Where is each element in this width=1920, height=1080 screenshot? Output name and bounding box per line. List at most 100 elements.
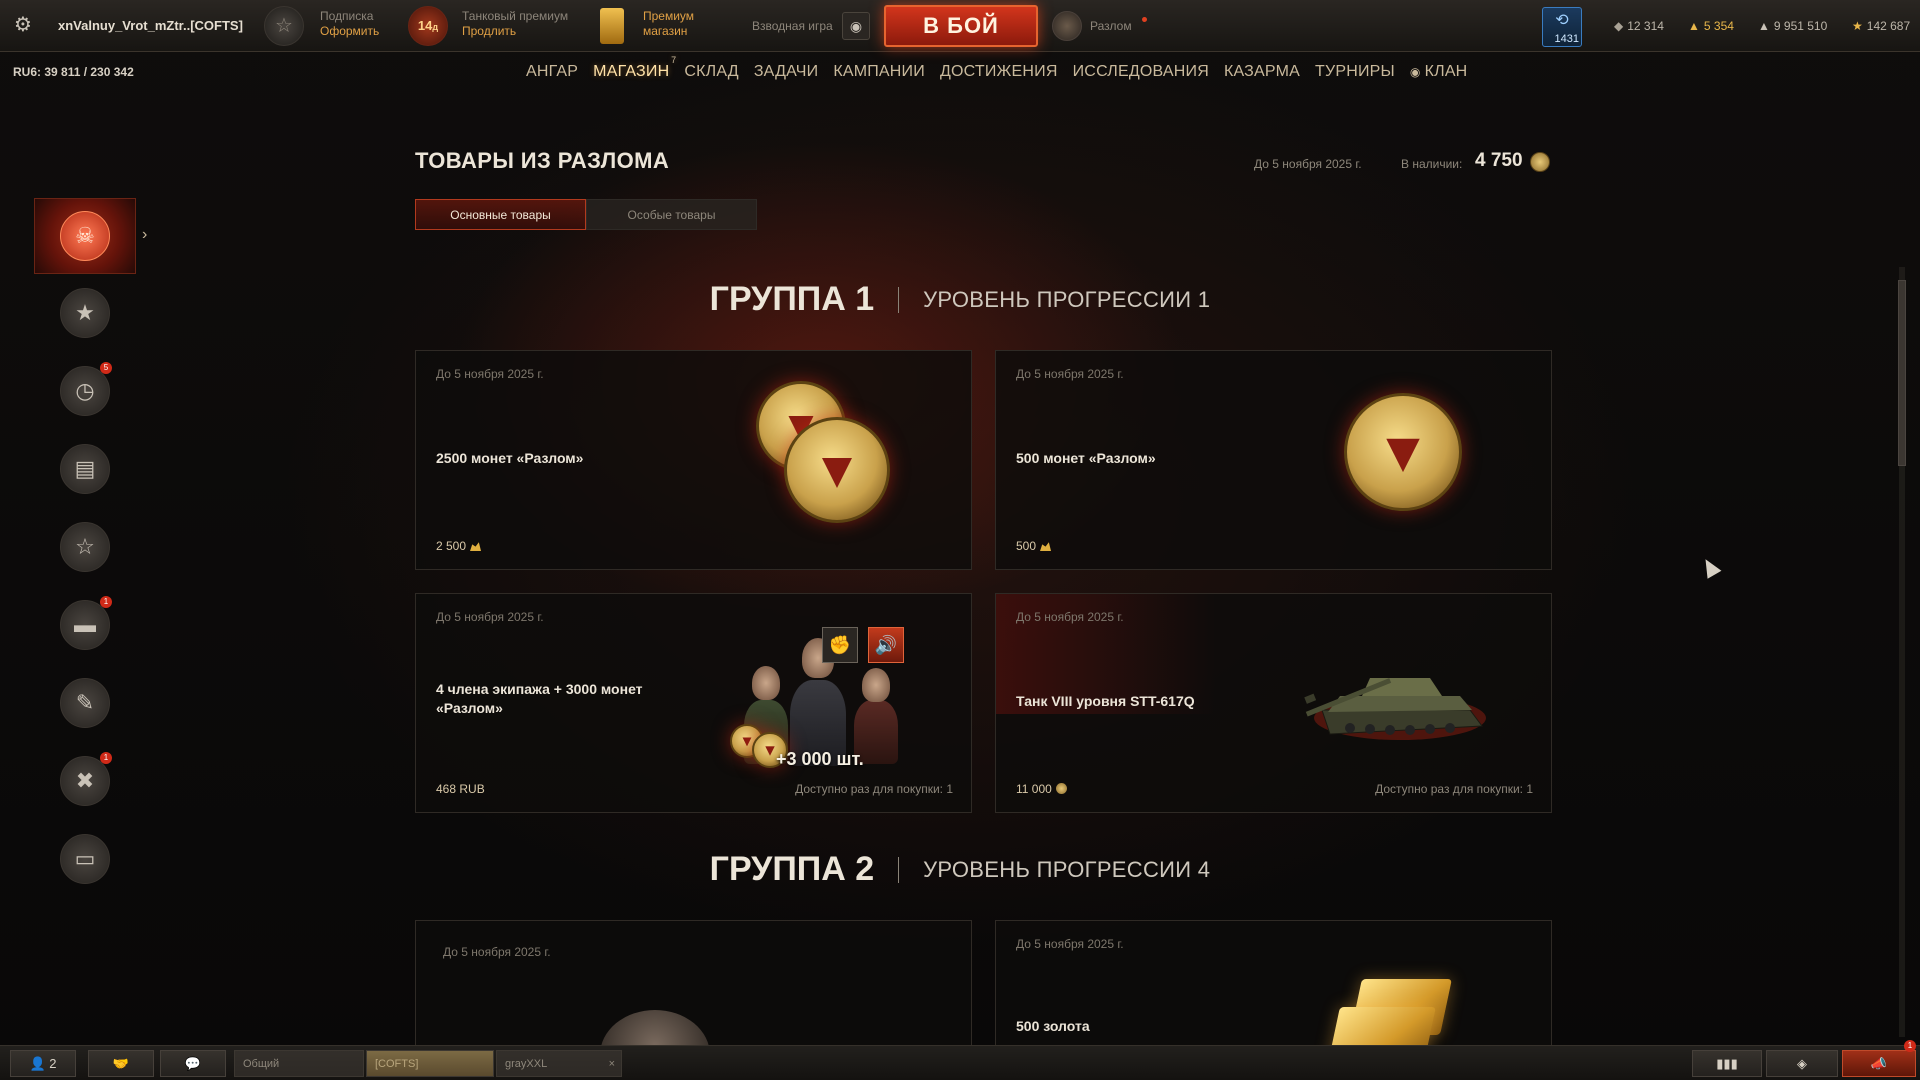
tank-premium-link[interactable]: Танковый премиум Продлить (462, 9, 568, 39)
rift-coin-image (784, 417, 890, 523)
tab-main-goods[interactable]: Основные товары (415, 199, 586, 230)
bottom-bar: 👤 2 🤝 💬 Общий [COFTS] grayXXL × ▮▮▮ ◈ 📣 (0, 1045, 1920, 1080)
nav-hangar[interactable]: АНГАР (526, 63, 578, 81)
tab-special-goods[interactable]: Особые товары (586, 199, 757, 230)
currency-gold[interactable]: ▲ 5 354 (1688, 19, 1734, 33)
group-level: УРОВЕНЬ ПРОГРЕССИИ 4 (923, 856, 1211, 882)
megaphone-icon: 📣 (1870, 1056, 1888, 1071)
card-price-value: 2 500 (436, 539, 467, 553)
tank-premium-label: Танковый премиум (462, 9, 569, 23)
players-online-button[interactable]: 👤 2 (10, 1050, 76, 1077)
card-price: 2 500 (436, 539, 482, 553)
card-date: До 5 ноября 2025 г. (436, 610, 544, 624)
subscription-star-icon[interactable]: ☆ (264, 6, 304, 46)
tank-premium-icon[interactable]: 14д (408, 6, 448, 46)
group-divider (898, 286, 900, 313)
sidebar-item-rift[interactable]: ☠ (34, 198, 136, 274)
crew-member (862, 668, 890, 702)
nav-barracks[interactable]: КАЗАРМА (1224, 63, 1300, 81)
currency-free-xp[interactable]: ★ 142 687 (1852, 19, 1910, 33)
chat-channel-general[interactable]: Общий (234, 1050, 364, 1077)
gold-value: 5 354 (1703, 19, 1734, 33)
sidebar-item-limited[interactable]: ◷ 5 (34, 352, 136, 430)
sidebar-item-vehicles[interactable]: ▬ 1 (34, 586, 136, 664)
product-card[interactable]: До 5 ноября 2025 г. 2500 монет «Разлом» … (415, 350, 972, 570)
sidebar-badge: 1 (100, 596, 112, 608)
notifications-badge: 1 (1904, 1040, 1916, 1052)
sidebar-expand-chevron-icon[interactable]: › (142, 226, 147, 244)
refresh-icon: ⟲ (1555, 12, 1569, 29)
currency-bonds[interactable]: ◆ 12 314 (1614, 19, 1664, 33)
chat-channel-clan[interactable]: [COFTS] (366, 1050, 494, 1077)
premium-days: 14 (417, 18, 433, 33)
platoon-icon[interactable]: ◉ (842, 12, 870, 40)
product-card[interactable]: До 5 ноября 2025 г. 500 монет «Разлом» 5… (995, 350, 1552, 570)
settings-gear-icon[interactable]: ⚙ (12, 14, 34, 36)
premium-shop-icon[interactable] (600, 8, 624, 44)
card-price: 468 RUB (436, 782, 485, 796)
battle-pass-level-badge[interactable]: ⟲ 1431 (1542, 7, 1582, 47)
card-date: До 5 ноября 2025 г. (436, 367, 544, 381)
notifications-button[interactable]: 📣 (1842, 1050, 1916, 1077)
card-date: До 5 ноября 2025 г. (1016, 610, 1124, 624)
chat-button[interactable]: 💬 (160, 1050, 226, 1077)
mode-label[interactable]: Разлом (1090, 19, 1132, 34)
gold-icon: ▲ (1688, 19, 1700, 33)
gold-icon (470, 542, 482, 551)
card-date: До 5 ноября 2025 г. (1016, 937, 1124, 951)
card-name: Танк VIII уровня STT-617Q (1016, 693, 1195, 709)
product-card[interactable]: До 5 ноября 2025 г. 500 золота (995, 920, 1552, 1063)
card-name: 500 монет «Разлом» (1016, 450, 1156, 466)
rift-coin-icon (1055, 783, 1067, 794)
clock-icon: ◷ (60, 366, 110, 416)
nav-tasks[interactable]: ЗАДАЧИ (754, 63, 819, 81)
tank-premium-action: Продлить (462, 24, 517, 38)
sidebar-item-equipment[interactable]: ✖ 1 (34, 742, 136, 820)
nav-shop-label: МАГАЗИН (593, 63, 670, 80)
star-badge-icon: ☆ (60, 522, 110, 572)
top-bar: ⚙ xnValnuy_Vrot_mZtr..[COFTS] ☆ Подписка… (0, 0, 1920, 52)
available-label: В наличии: (1401, 157, 1463, 171)
platoon-label[interactable]: Взводная игра (752, 19, 833, 34)
diamond-button[interactable]: ◈ (1766, 1050, 1838, 1077)
stats-icon: ▮▮▮ (1716, 1056, 1738, 1071)
stats-button[interactable]: ▮▮▮ (1692, 1050, 1762, 1077)
fist-skill-icon: ✊ (822, 627, 858, 663)
sidebar-badge: 5 (100, 362, 112, 374)
server-online: RU6: 39 811 / 230 342 (13, 65, 134, 79)
sidebar-badge: 1 (100, 752, 112, 764)
nav-shop-badge: 7 (671, 55, 677, 65)
premium-shop-link[interactable]: Премиум магазин (643, 9, 694, 39)
nav-achievements[interactable]: ДОСТИЖЕНИЯ (940, 63, 1058, 81)
premium-shop-line1: Премиум (643, 9, 695, 23)
chat-channel-private[interactable]: grayXXL × (496, 1050, 622, 1077)
player-nickname[interactable]: xnValnuy_Vrot_mZtr..[COFTS] (58, 18, 243, 33)
sidebar-item-customization[interactable]: ✎ (34, 664, 136, 742)
battle-button[interactable]: В БОЙ (884, 5, 1038, 47)
cards-icon: ▤ (60, 444, 110, 494)
sidebar-item-bundles[interactable]: ▤ (34, 430, 136, 508)
group-name: ГРУППА 1 (709, 280, 875, 318)
nav-shop[interactable]: МАГАЗИН 7 (593, 55, 676, 81)
free-xp-value: 142 687 (1866, 19, 1911, 33)
crew-coin-overlay: +3 000 шт. (776, 749, 864, 769)
crew-member (752, 666, 780, 700)
group-level: УРОВЕНЬ ПРОГРЕССИИ 1 (923, 286, 1211, 312)
nav-tournaments[interactable]: ТУРНИРЫ (1315, 63, 1395, 81)
nav-clan[interactable]: ◉ КЛАН (1410, 63, 1468, 81)
page-title: ТОВАРЫ ИЗ РАЗЛОМА (415, 148, 670, 173)
close-icon[interactable]: × (609, 1051, 615, 1078)
diamond-icon: ◈ (1797, 1056, 1807, 1071)
handshake-button[interactable]: 🤝 (88, 1050, 154, 1077)
subscription-link[interactable]: Подписка Оформить (320, 9, 379, 39)
scrollbar-thumb[interactable] (1898, 280, 1906, 466)
nav-campaigns[interactable]: КАМПАНИИ (833, 63, 925, 81)
nav-research[interactable]: ИССЛЕДОВАНИЯ (1073, 63, 1209, 81)
sidebar-item-premium[interactable]: ☆ (34, 508, 136, 586)
card-date: До 5 ноября 2025 г. (443, 945, 551, 959)
currency-credits[interactable]: ▲ 9 951 510 (1758, 19, 1827, 33)
person-icon: 👤 (29, 1056, 46, 1071)
nav-storage[interactable]: СКЛАД (684, 63, 738, 81)
card-price: 11 000 (1016, 782, 1067, 796)
rift-mode-icon[interactable] (1052, 11, 1082, 41)
